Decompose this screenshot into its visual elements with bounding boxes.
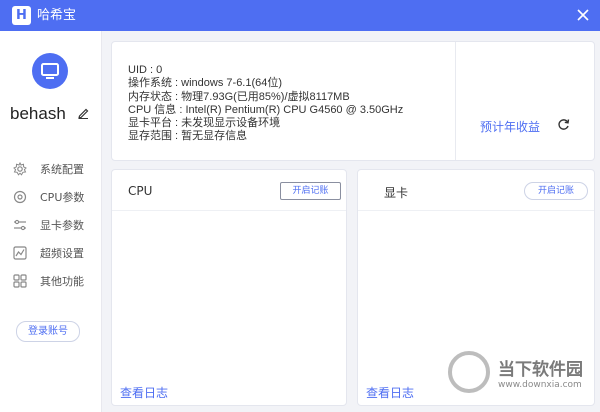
title-bar: H 哈希宝 <box>0 0 600 31</box>
gpu-card-title: 显卡 <box>384 186 409 200</box>
monitor-icon <box>41 63 59 79</box>
app-logo-icon: H <box>12 6 31 25</box>
vram-text: 显存范围 : 暂无显存信息 <box>128 130 248 143</box>
login-button[interactable]: 登录账号 <box>16 321 80 342</box>
refresh-icon[interactable] <box>557 118 570 131</box>
avatar[interactable] <box>32 53 68 89</box>
uid-text: UID : 0 <box>128 64 163 76</box>
chart-icon <box>13 246 27 260</box>
close-icon <box>577 9 589 21</box>
sliders-icon <box>14 219 26 231</box>
cpu-view-log-link[interactable]: 查看日志 <box>120 384 168 401</box>
username: behash <box>10 104 66 123</box>
os-text: 操作系统 : windows 7-6.1(64位) <box>128 77 283 90</box>
sidebar-menu: 系统配置 CPU参数 显卡参数 超频设置 其他功能 <box>0 155 100 295</box>
sidebar-item-other[interactable]: 其他功能 <box>0 267 100 295</box>
cpu-start-recording-button[interactable]: 开启记账 <box>280 182 341 200</box>
watermark: 当下软件园 www.downxia.com <box>440 345 600 412</box>
system-info-lines: UID : 0 操作系统 : windows 7-6.1(64位) 内存状态 :… <box>128 64 403 144</box>
divider <box>112 210 346 211</box>
cpu-card: CPU 开启记账 查看日志 <box>111 169 347 406</box>
cpu-text: CPU 信息 : Intel(R) Pentium(R) CPU G4560 @… <box>128 103 404 116</box>
gpu-start-recording-button[interactable]: 开启记账 <box>524 182 588 200</box>
gpu-platform-text: 显卡平台 : 未发现显示设备环境 <box>128 117 281 130</box>
close-button[interactable] <box>574 6 592 24</box>
gpu-view-log-link[interactable]: 查看日志 <box>366 384 414 401</box>
cpu-gear-icon <box>13 190 27 204</box>
watermark-logo-icon <box>448 351 490 393</box>
sidebar-item-label: 其他功能 <box>40 275 84 288</box>
watermark-url: www.downxia.com <box>498 380 582 390</box>
grid-icon <box>13 274 27 288</box>
sidebar-item-system-config[interactable]: 系统配置 <box>0 155 100 183</box>
sidebar-item-cpu-params[interactable]: CPU参数 <box>0 183 100 211</box>
sidebar-item-label: 显卡参数 <box>40 219 84 232</box>
sidebar-item-label: 系统配置 <box>40 163 84 176</box>
sidebar-item-overclock[interactable]: 超频设置 <box>0 239 100 267</box>
annual-earnings-link[interactable]: 预计年收益 <box>480 118 540 135</box>
sidebar-item-label: CPU参数 <box>40 191 85 204</box>
edit-icon[interactable] <box>78 108 89 122</box>
divider <box>358 210 594 211</box>
memory-text: 内存状态 : 物理7.93G(已用85%)/虚拟8117MB <box>128 90 350 103</box>
app-title: 哈希宝 <box>37 8 77 23</box>
sidebar-item-label: 超频设置 <box>40 247 84 260</box>
sidebar-item-gpu-params[interactable]: 显卡参数 <box>0 211 100 239</box>
watermark-brand: 当下软件园 <box>498 360 583 380</box>
gear-icon <box>13 162 27 176</box>
divider <box>455 42 456 160</box>
sidebar: behash 系统配置 CPU参数 显卡参数 超频设置 其他功能 登录账号 <box>0 31 102 412</box>
system-info-panel: UID : 0 操作系统 : windows 7-6.1(64位) 内存状态 :… <box>111 41 595 161</box>
cpu-card-title: CPU <box>128 184 153 198</box>
